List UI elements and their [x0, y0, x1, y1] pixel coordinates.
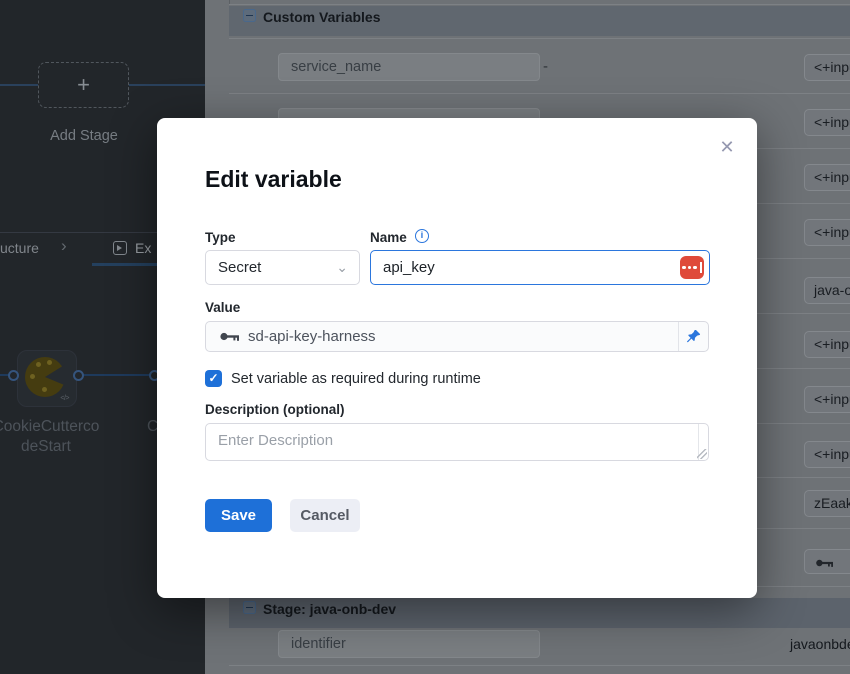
variable-value-cell[interactable]: <+input — [804, 386, 850, 413]
edit-variable-modal: ✕ Edit variable Type Secret ⌄ Name i Val… — [157, 118, 757, 598]
add-stage-button[interactable]: + — [38, 62, 129, 108]
row-divider — [229, 38, 850, 39]
stage-section-title: Stage: java-onb-dev — [263, 601, 396, 617]
chevron-down-icon: ⌄ — [336, 251, 348, 284]
section-header-stage: Stage: java-onb-dev — [229, 598, 850, 628]
info-icon[interactable]: i — [415, 229, 429, 243]
cookie-chip — [47, 360, 52, 365]
app-root: + Add Stage ucture › Ex </> CookieCutter… — [0, 0, 850, 674]
multitype-selector-icon[interactable] — [680, 256, 704, 279]
name-input[interactable] — [370, 250, 710, 285]
connector-dot[interactable] — [8, 370, 19, 381]
description-field-wrap — [205, 423, 709, 461]
row-divider — [229, 4, 850, 5]
dot — [693, 266, 697, 270]
cancel-button[interactable]: Cancel — [290, 499, 360, 532]
section-title: Custom Variables — [263, 9, 381, 25]
identifier-name-cell: identifier — [278, 630, 540, 658]
close-icon[interactable]: ✕ — [717, 137, 737, 157]
variable-value-cell[interactable]: <+input — [804, 109, 850, 136]
variable-value-cell[interactable]: <+input — [804, 219, 850, 246]
type-select[interactable]: Secret ⌄ — [205, 250, 360, 285]
tab-infrastructure-partial[interactable]: ucture — [0, 240, 39, 256]
description-textarea[interactable] — [205, 423, 709, 461]
identifier-value: javaonbde — [790, 636, 850, 652]
connector-dot[interactable] — [73, 370, 84, 381]
row-divider — [229, 665, 850, 666]
cookie-chip — [36, 362, 41, 367]
step-node-label-line2: deStart — [0, 438, 112, 456]
value-label: Value — [205, 300, 240, 315]
variable-value-cell[interactable]: <+input — [804, 331, 850, 358]
key-icon — [220, 331, 240, 342]
tab-execution-partial[interactable]: Ex — [135, 240, 151, 256]
step-node-label-line1: CookieCutterco — [0, 418, 112, 436]
code-step-glyph: </> — [60, 395, 69, 402]
required-checkbox[interactable]: ✓ — [205, 370, 222, 387]
name-field-wrap — [370, 250, 710, 285]
pin-cell[interactable] — [678, 322, 708, 351]
dot — [688, 266, 692, 270]
variable-value-cell[interactable]: java-o — [804, 277, 850, 304]
variable-value-cell[interactable]: <+input — [804, 441, 850, 468]
pushpin-icon — [686, 329, 701, 344]
variable-name-cell: service_name — [278, 53, 540, 81]
add-stage-label: Add Stage — [14, 128, 154, 144]
secret-value-field[interactable]: sd-api-key-harness — [205, 321, 709, 352]
key-icon — [816, 558, 834, 568]
secret-value-text: sd-api-key-harness — [248, 328, 678, 345]
collapse-minus-icon[interactable] — [243, 601, 256, 614]
description-label: Description (optional) — [205, 402, 345, 417]
dot — [682, 266, 686, 270]
modal-title: Edit variable — [205, 166, 342, 193]
save-button[interactable]: Save — [205, 499, 272, 532]
cookie-chip — [42, 387, 47, 392]
name-label: Name — [370, 230, 407, 245]
section-header-custom-variables: Custom Variables — [229, 6, 850, 36]
cookiecutter-step-icon — [25, 357, 65, 397]
variable-value-cell[interactable]: zEaak — [804, 490, 850, 517]
variable-value-cell[interactable]: <+input — [804, 164, 850, 191]
collapse-minus-icon[interactable] — [243, 9, 256, 22]
variable-secret-value-cell[interactable] — [804, 549, 850, 574]
cookie-chip — [30, 374, 35, 379]
bar — [700, 262, 702, 273]
plus-icon: + — [77, 72, 90, 98]
row-divider — [229, 93, 850, 94]
variable-value-cell[interactable]: <+input — [804, 54, 850, 81]
type-label: Type — [205, 230, 236, 245]
chevron-right-icon: › — [61, 236, 67, 256]
type-select-value: Secret — [218, 259, 261, 276]
required-checkbox-label: Set variable as required during runtime — [231, 371, 481, 387]
variable-dash-cell: - — [543, 58, 548, 75]
step-node-card[interactable]: </> — [17, 350, 77, 407]
execution-tab-icon — [113, 241, 127, 255]
